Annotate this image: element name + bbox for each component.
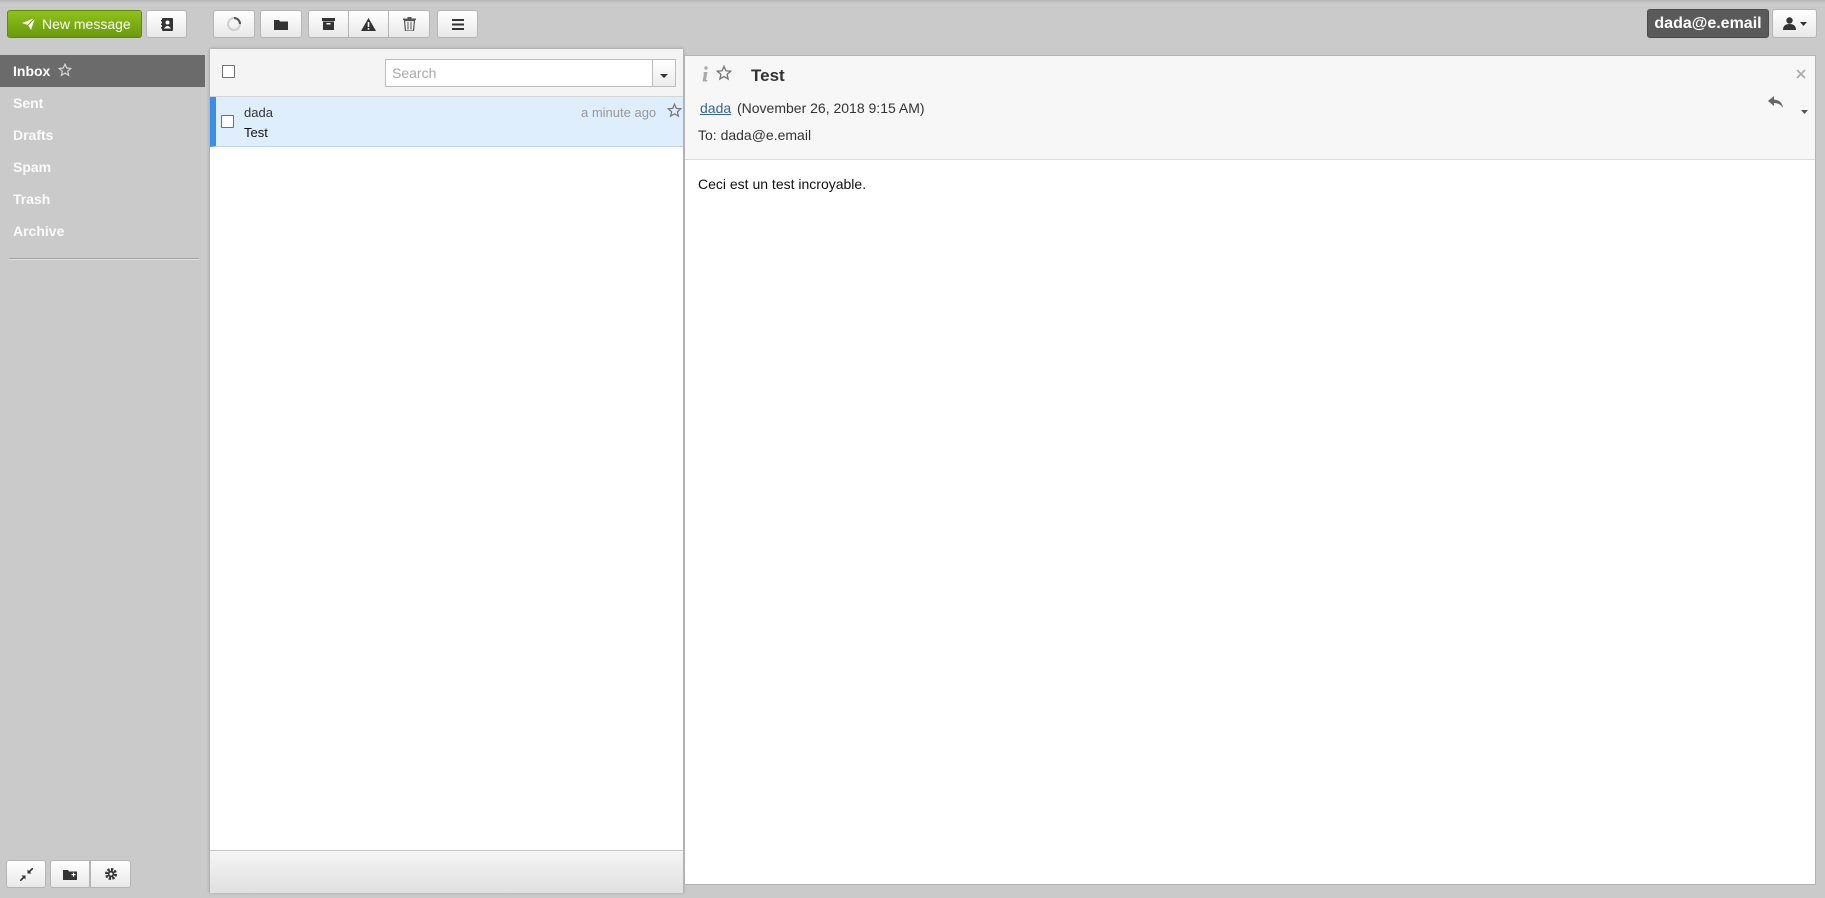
folder-sent[interactable]: Sent [0,87,205,119]
add-folder-button[interactable] [50,860,90,888]
spam-button[interactable] [348,10,389,38]
folder-label: Inbox [13,63,51,79]
folder-label: Drafts [13,127,54,143]
new-message-button[interactable]: New message [7,10,142,38]
message-datetime: (November 26, 2018 9:15 AM) [737,100,925,116]
message-reading-pane: Test dada (November 26, 2018 9:15 AM) To… [684,55,1816,885]
folder-add-icon [63,869,77,880]
user-icon [1782,17,1796,30]
gear-icon [104,867,118,881]
caret-down-icon [660,65,668,81]
message-list-header [210,49,683,97]
info-icon[interactable] [701,66,709,85]
message-body: Ceci est un test incroyable. [698,176,867,192]
trash-icon [402,17,416,31]
refresh-button[interactable] [213,10,255,38]
archive-box-icon [322,18,335,30]
account-email: dada@e.email [1654,14,1762,32]
folder-drafts[interactable]: Drafts [0,119,205,151]
star-outline-icon[interactable] [58,62,73,80]
more-options-button[interactable] [437,10,478,38]
move-to-folder-button[interactable] [260,10,302,38]
address-book-icon [160,17,173,31]
folder-icon [274,19,288,30]
folder-label: Archive [13,223,65,239]
folder-archive[interactable]: Archive [0,215,205,247]
paper-plane-icon [22,18,35,30]
collapse-layout-button[interactable] [6,860,46,888]
close-icon[interactable] [1796,66,1806,82]
reply-icon[interactable] [1768,96,1784,112]
message-subject: Test [244,125,268,140]
delete-button[interactable] [388,10,430,38]
archive-button[interactable] [308,10,349,38]
folder-spam[interactable]: Spam [0,151,205,183]
new-message-label: New message [42,16,131,32]
star-outline-icon[interactable] [715,64,733,84]
folder-label: Spam [13,159,52,175]
folder-label: Sent [13,95,44,111]
user-menu-button[interactable] [1772,9,1817,38]
folder-label: Trash [13,191,51,207]
message-recipient: To: dada@e.email [698,127,812,143]
contacts-button[interactable] [146,10,187,38]
star-outline-icon[interactable] [666,102,683,121]
message-row[interactable]: dada Test a minute ago [210,97,683,147]
message-date: a minute ago [581,105,657,120]
message-sender: dada [244,105,273,120]
settings-button[interactable] [90,860,131,888]
folder-list: Inbox Sent Drafts Spam Trash Archive [0,55,205,247]
menu-icon [451,18,464,30]
caret-down-icon [1799,21,1807,26]
caret-down-icon[interactable] [1801,101,1808,117]
message-subject-title: Test [751,66,785,85]
search-options-button[interactable] [652,59,676,87]
message-checkbox[interactable] [221,115,234,128]
folder-trash[interactable]: Trash [0,183,205,215]
select-all-checkbox[interactable] [222,65,235,78]
folder-inbox[interactable]: Inbox [0,55,205,87]
sidebar-divider [9,258,199,260]
warning-icon [361,17,376,31]
sender-link[interactable]: dada [700,100,731,116]
message-header: Test dada (November 26, 2018 9:15 AM) To… [685,56,1815,160]
search-input[interactable] [385,59,652,87]
message-list-panel: dada Test a minute ago [209,48,684,893]
message-list-footer [210,850,683,893]
top-shadow [0,0,1825,3]
account-email-badge[interactable]: dada@e.email [1647,9,1769,38]
loading-spinner-icon [226,16,242,32]
compress-arrows-icon [19,867,33,881]
